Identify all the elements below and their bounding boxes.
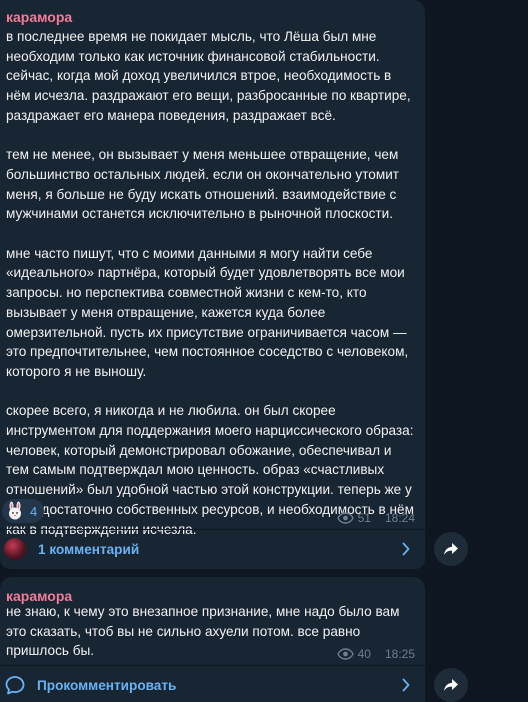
post-time: 18:25 — [384, 647, 415, 661]
text-line: необходим только как источник финансовой… — [6, 48, 380, 64]
post-meta: 40 18:25 — [336, 647, 415, 661]
comment-bubble-icon — [5, 676, 25, 695]
share-button[interactable] — [434, 532, 468, 566]
bunny-sticker-icon — [9, 501, 21, 520]
text-line: это предпочтительнее, чем постоянное сос… — [6, 344, 409, 360]
text-line: меня, я больше не буду искать отношений.… — [6, 186, 397, 202]
text-line: отношений» был удобной частью этой конст… — [6, 482, 412, 498]
comments-label: Прокомментировать — [37, 677, 177, 693]
views-count: 40 — [357, 647, 371, 661]
text-line: тем самым подтверждал мою ценность. обра… — [6, 462, 385, 478]
text-line: скорее всего, я никогда и не любила. он … — [6, 403, 336, 419]
post-text: в последнее время не покидает мысль, что… — [6, 27, 420, 539]
text-line: мне часто пишут, что с моими данными я м… — [6, 245, 373, 261]
text-line: вызывает у меня отвращение, кажется куда… — [6, 304, 326, 320]
text-line: мужчинами останется исключительно в рыно… — [6, 206, 393, 222]
text-line: тем не менее, он вызывает у меня меньшее… — [6, 147, 399, 163]
post-time: 18:24 — [384, 511, 415, 525]
text-line: раздражает его манера поведения, раздраж… — [6, 107, 336, 123]
text-line: нём исчезла. раздражают его вещи, разбро… — [6, 88, 411, 104]
reaction-chip[interactable]: 4 — [2, 499, 45, 523]
commenter-avatar — [4, 538, 26, 560]
chevron-right-icon — [402, 678, 410, 692]
text-line: инструментом для поддержания моего нарци… — [6, 423, 414, 439]
text-line: человек, который демонстрировал обожание… — [6, 442, 392, 458]
text-line: это сказать, чтоб вы не сильно ахуели по… — [6, 623, 361, 639]
text-line: сейчас, когда мой доход увеличился втрое… — [6, 68, 392, 84]
comment-button[interactable]: Прокомментировать — [0, 665, 425, 702]
post-author[interactable]: карамора — [6, 9, 72, 25]
text-line: омерзительной. пусть их присутствие огра… — [6, 324, 407, 340]
text-line: запросы. но перспектива совместной жизни… — [6, 285, 367, 301]
share-arrow-icon — [444, 679, 458, 691]
text-line: большинство остальных людей. если он око… — [6, 166, 400, 182]
post-meta: 51 18:24 — [336, 511, 415, 525]
channel-post-1: карамора в последнее время не покидает м… — [0, 0, 425, 569]
eye-icon — [336, 648, 354, 660]
text-line: в последнее время не покидает мысль, что… — [6, 29, 377, 44]
text-line: не знаю, к чему это внезапное признание,… — [6, 604, 400, 619]
views-count: 51 — [357, 511, 371, 525]
channel-post-2: карамора не знаю, к чему это внезапное п… — [0, 577, 425, 702]
text-line: «идеального» партнёра, который будет удо… — [6, 265, 405, 281]
comments-button[interactable]: 1 комментарий — [0, 529, 425, 569]
eye-icon — [336, 512, 354, 524]
comments-label: 1 комментарий — [38, 541, 140, 557]
chevron-right-icon — [402, 542, 410, 556]
share-arrow-icon — [444, 543, 458, 555]
reaction-count: 4 — [30, 503, 38, 519]
share-button[interactable] — [434, 668, 468, 702]
text-line: которого я не выношу. — [6, 363, 147, 379]
